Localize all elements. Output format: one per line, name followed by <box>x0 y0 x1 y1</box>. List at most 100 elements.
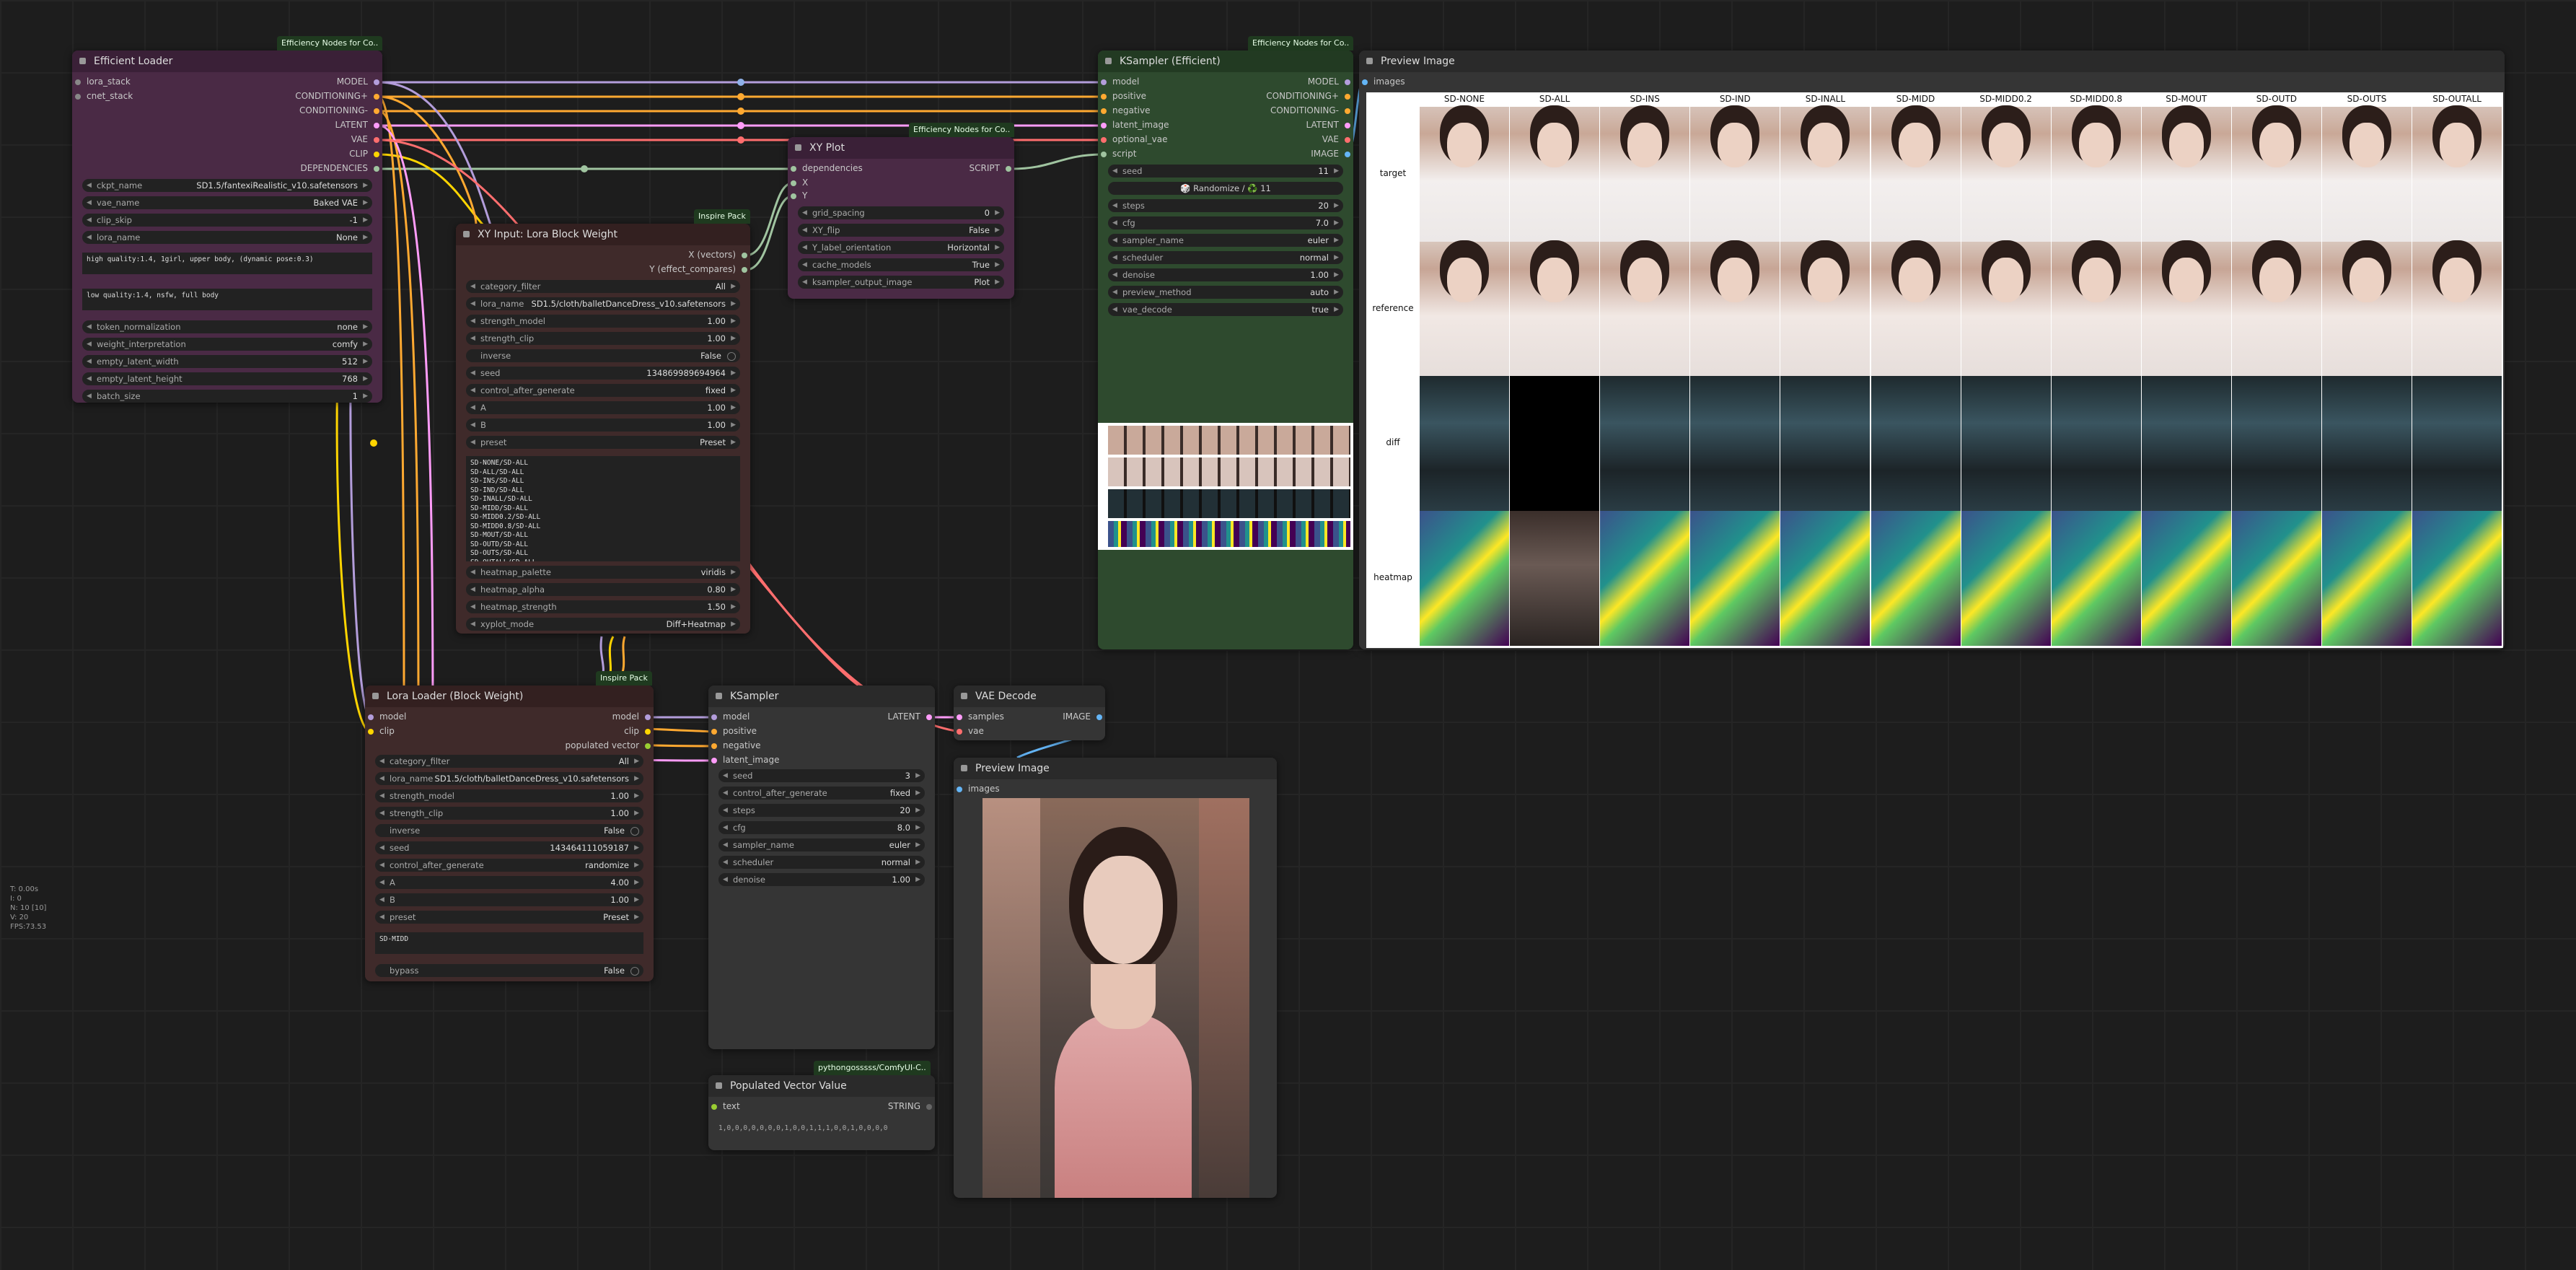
block-vectors-textarea[interactable]: SD-NONE/SD-ALL SD-ALL/SD-ALL SD-INS/SD-A… <box>466 456 740 561</box>
widget-ckpt-name[interactable]: ◀ ckpt_name SD1.5/fantexiRealistic_v10.saf… <box>82 179 372 192</box>
output-latent[interactable]: LATENT <box>335 120 382 130</box>
widget-seed[interactable]: ◀ seed 11 ▶ <box>1108 165 1343 178</box>
collapse-dot-icon[interactable] <box>961 693 967 699</box>
output-vae[interactable]: VAE <box>351 134 382 144</box>
input-script[interactable]: script <box>1098 149 1136 159</box>
widget-token-normalization[interactable]: ◀ token_normalization none ▶ <box>82 320 372 333</box>
collapse-dot-icon[interactable] <box>716 693 722 699</box>
widget-seed[interactable]: ◀ seed 134869989694964 ▶ <box>466 367 740 380</box>
widget-inverse-toggle[interactable]: inverse False <box>375 824 643 837</box>
widget-y-label-orientation[interactable]: ◀ Y_label_orientation Horizontal ▶ <box>798 241 1004 254</box>
widget-xy-flip[interactable]: ◀ XY_flip False ▶ <box>798 224 1004 237</box>
input-model[interactable]: model <box>365 711 406 722</box>
widget-seed[interactable]: ◀ seed 143464111059187 ▶ <box>375 841 643 854</box>
xy-plot-image[interactable]: SD-NONE SD-ALL SD-INS SD-IND SD-INALL SD-MIDD… <box>1366 92 2503 648</box>
collapse-dot-icon[interactable] <box>716 1082 722 1089</box>
widget-batch-size[interactable]: ◀ batch_size 1 ▶ <box>82 390 372 403</box>
collapse-dot-icon[interactable] <box>961 765 967 771</box>
output-image[interactable]: IMAGE <box>1311 149 1353 159</box>
input-negative[interactable]: negative <box>1098 105 1150 115</box>
widget-steps[interactable]: ◀ steps 20 ▶ <box>718 804 925 817</box>
preview-image-node[interactable]: Preview Image images <box>954 758 1277 1198</box>
lora-loader-block-weight-node[interactable]: Lora Loader (Block Weight) model clip mo… <box>365 686 654 981</box>
output-latent[interactable]: LATENT <box>888 711 935 722</box>
generated-portrait-image[interactable] <box>983 798 1249 1198</box>
widget-bypass-toggle[interactable]: bypass False <box>375 964 643 977</box>
positive-prompt-textarea[interactable]: high quality:1.4, 1girl, upper body, (dy… <box>82 253 372 274</box>
thumbnail-grid-image[interactable] <box>1098 423 1353 550</box>
node-title-bar[interactable]: XY Input: Lora Block Weight <box>456 224 750 245</box>
widget-strength-model[interactable]: ◀ strength_model 1.00 ▶ <box>466 315 740 328</box>
input-cnet-stack[interactable]: cnet_stack <box>72 91 133 101</box>
input-positive[interactable]: positive <box>708 726 757 736</box>
widget-cfg[interactable]: ◀ cfg 8.0 ▶ <box>718 821 925 834</box>
input-clip[interactable]: clip <box>365 726 395 736</box>
output-populated-vector[interactable]: populated vector <box>566 740 654 750</box>
node-title-bar[interactable]: VAE Decode <box>954 686 1105 707</box>
output-conditioning-pos[interactable]: CONDITIONING+ <box>1266 91 1353 101</box>
output-dependencies[interactable]: DEPENDENCIES <box>300 163 382 173</box>
output-script[interactable]: SCRIPT <box>970 163 1014 173</box>
xy-input-lora-block-weight-node[interactable]: XY Input: Lora Block Weight X (vectors) … <box>456 224 750 634</box>
widget-control-after-generate[interactable]: ◀ control_after_generate fixed ▶ <box>466 384 740 397</box>
input-lora-stack[interactable]: lora_stack <box>72 76 131 87</box>
randomize-seed-button[interactable]: 🎲 Randomize / ♻️ 11 <box>1108 182 1343 195</box>
output-string[interactable]: STRING <box>888 1101 935 1111</box>
output-model[interactable]: MODEL <box>337 76 382 87</box>
block-vector-textarea[interactable]: SD-MIDD <box>375 932 643 954</box>
widget-denoise[interactable]: ◀ denoise 1.00 ▶ <box>1108 268 1343 281</box>
node-title-bar[interactable]: Lora Loader (Block Weight) <box>365 686 654 707</box>
widget-steps[interactable]: ◀ steps 20 ▶ <box>1108 199 1343 212</box>
ksampler-node[interactable]: KSampler model positive negative latent_… <box>708 686 935 1049</box>
output-conditioning-neg[interactable]: CONDITIONING- <box>299 105 382 115</box>
input-x[interactable]: X <box>788 178 808 188</box>
widget-cfg[interactable]: ◀ cfg 7.0 ▶ <box>1108 216 1343 229</box>
output-conditioning-pos[interactable]: CONDITIONING+ <box>295 91 382 101</box>
widget-control-after-generate[interactable]: ◀ control_after_generate fixed ▶ <box>718 787 925 800</box>
collapse-dot-icon[interactable] <box>79 58 86 64</box>
widget-grid-spacing[interactable]: ◀ grid_spacing 0 ▶ <box>798 206 1004 219</box>
widget-a[interactable]: ◀ A 4.00 ▶ <box>375 876 643 889</box>
collapse-dot-icon[interactable] <box>1366 58 1373 64</box>
widget-scheduler[interactable]: ◀ scheduler normal ▶ <box>1108 251 1343 264</box>
widget-lora-name[interactable]: ◀ lora_name SD1.5/cloth/balletDanceDress_v… <box>375 772 643 785</box>
widget-strength-clip[interactable]: ◀ strength_clip 1.00 ▶ <box>375 807 643 820</box>
widget-scheduler[interactable]: ◀ scheduler normal ▶ <box>718 856 925 869</box>
node-title-bar[interactable]: Populated Vector Value <box>708 1075 935 1097</box>
widget-heatmap-alpha[interactable]: ◀ heatmap_alpha 0.80 ▶ <box>466 583 740 596</box>
widget-ksampler-output-image[interactable]: ◀ ksampler_output_image Plot ▶ <box>798 276 1004 289</box>
input-dependencies[interactable]: dependencies <box>788 163 863 173</box>
widget-xyplot-mode[interactable]: ◀ xyplot_mode Diff+Heatmap ▶ <box>466 618 740 631</box>
input-model[interactable]: model <box>708 711 749 722</box>
input-latent-image[interactable]: latent_image <box>708 755 779 765</box>
widget-category-filter[interactable]: ◀ category_filter All ▶ <box>466 280 740 293</box>
xy-plot-node[interactable]: XY Plot dependencies X Y SCRIPT ◀ grid_sp… <box>788 137 1014 299</box>
input-negative[interactable]: negative <box>708 740 760 750</box>
widget-denoise[interactable]: ◀ denoise 1.00 ▶ <box>718 873 925 886</box>
widget-preview-method[interactable]: ◀ preview_method auto ▶ <box>1108 286 1343 299</box>
populated-vector-value-node[interactable]: Populated Vector Value text STRING 1,0,0… <box>708 1075 935 1150</box>
input-samples[interactable]: samples <box>954 711 1004 722</box>
input-positive[interactable]: positive <box>1098 91 1146 101</box>
node-title-bar[interactable]: XY Plot <box>788 137 1014 159</box>
widget-clip-skip[interactable]: ◀ clip_skip -1 ▶ <box>82 214 372 227</box>
preview-image-xy-node[interactable]: Preview Image images SD-NONE SD-ALL SD-INS… <box>1359 51 2505 649</box>
input-images[interactable]: images <box>1359 76 1405 87</box>
widget-empty-latent-width[interactable]: ◀ empty_latent_width 512 ▶ <box>82 355 372 368</box>
widget-empty-latent-height[interactable]: ◀ empty_latent_height 768 ▶ <box>82 372 372 385</box>
output-image[interactable]: IMAGE <box>1063 711 1105 722</box>
input-latent-image[interactable]: latent_image <box>1098 120 1169 130</box>
widget-lora-name[interactable]: ◀ lora_name None ▶ <box>82 231 372 244</box>
widget-strength-model[interactable]: ◀ strength_model 1.00 ▶ <box>375 789 643 802</box>
widget-b[interactable]: ◀ B 1.00 ▶ <box>466 419 740 432</box>
output-model[interactable]: MODEL <box>1308 76 1353 87</box>
widget-inverse-toggle[interactable]: inverse False <box>466 349 740 362</box>
widget-heatmap-strength[interactable]: ◀ heatmap_strength 1.50 ▶ <box>466 600 740 613</box>
node-title-bar[interactable]: Efficient Loader <box>72 51 382 72</box>
output-conditioning-neg[interactable]: CONDITIONING- <box>1270 105 1353 115</box>
widget-preset[interactable]: ◀ preset Preset ▶ <box>466 436 740 449</box>
negative-prompt-textarea[interactable]: low quality:1.4, nsfw, full body <box>82 289 372 310</box>
vae-decode-node[interactable]: VAE Decode samples vae IMAGE <box>954 686 1105 740</box>
output-vae[interactable]: VAE <box>1322 134 1353 144</box>
widget-vae-decode[interactable]: ◀ vae_decode true ▶ <box>1108 303 1343 316</box>
